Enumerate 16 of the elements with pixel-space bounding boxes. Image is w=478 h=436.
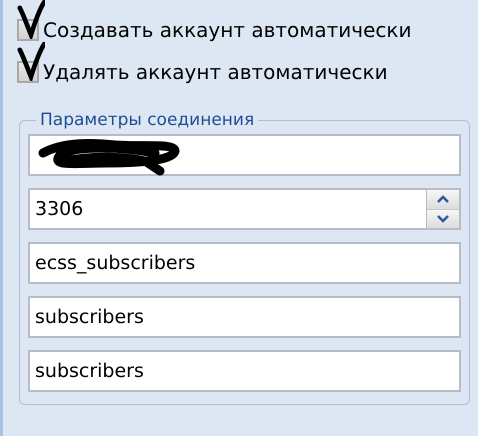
- input-field[interactable]: [28, 134, 461, 176]
- check-mark-icon: [17, 41, 45, 81]
- input-field[interactable]: ecss_subscribers: [28, 242, 461, 284]
- group-title: Параметры соединения: [39, 110, 256, 130]
- check-mark-icon: [17, 0, 45, 39]
- chevron-up-icon: [436, 194, 450, 204]
- number-field[interactable]: 3306: [28, 188, 461, 230]
- decrement-button[interactable]: [427, 208, 459, 228]
- checkbox[interactable]: [17, 41, 45, 83]
- input-field[interactable]: subscribers: [28, 350, 461, 392]
- checkbox[interactable]: [17, 0, 45, 41]
- increment-button[interactable]: [427, 190, 459, 208]
- checkbox-label: Удалять аккаунт автоматически: [43, 60, 388, 84]
- checkbox-label: Создавать аккаунт автоматически: [43, 18, 412, 42]
- input-field[interactable]: subscribers: [28, 296, 461, 338]
- chevron-down-icon: [436, 214, 450, 224]
